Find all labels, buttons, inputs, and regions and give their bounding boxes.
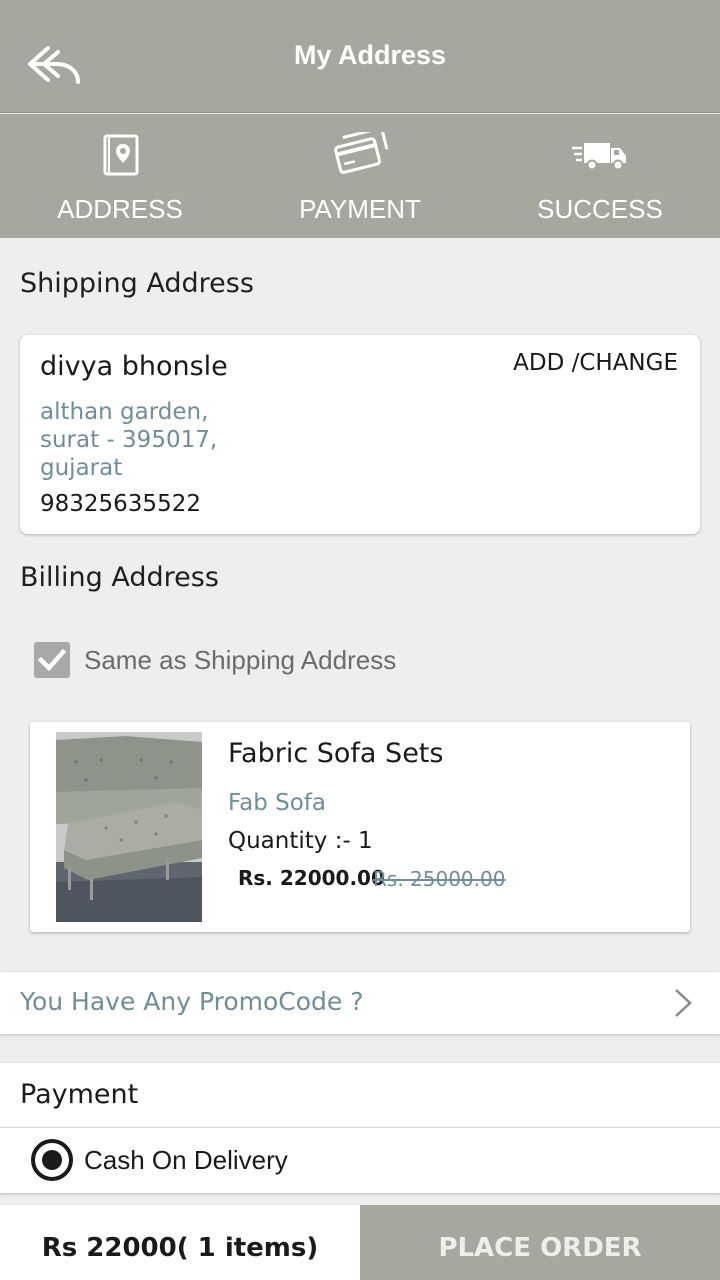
chevron-right-icon	[675, 989, 692, 1017]
address-book-icon	[103, 134, 139, 176]
step-payment-label: PAYMENT	[299, 194, 421, 224]
product-image	[56, 732, 202, 922]
cash-on-delivery-radio[interactable]	[31, 1139, 73, 1181]
credit-card-icon	[334, 132, 389, 174]
step-address[interactable]: ADDRESS	[0, 114, 240, 238]
order-total: Rs 22000( 1 items)	[0, 1205, 360, 1280]
shipping-phone: 98325635522	[40, 491, 201, 517]
shipping-section-title: Shipping Address	[20, 268, 254, 299]
step-success-label: SUCCESS	[537, 194, 663, 224]
checkout-steps: ADDRESS PAYMENT SUCCESS	[0, 114, 720, 238]
page-title: My Address	[293, 40, 447, 70]
product-name: Fabric Sofa Sets	[228, 738, 444, 769]
checkout-footer: Rs 22000( 1 items) PLACE ORDER	[0, 1205, 720, 1280]
shipping-address-line: surat - 395017,	[40, 427, 218, 453]
same-as-shipping-label: Same as Shipping Address	[84, 645, 397, 675]
step-success[interactable]: SUCCESS	[480, 114, 720, 238]
product-card: Fabric Sofa Sets Fab Sofa Quantity :- 1 …	[30, 722, 690, 932]
promo-code-row[interactable]: You Have Any PromoCode ?	[0, 972, 720, 1034]
shipping-address-line: althan garden,	[40, 399, 209, 425]
cash-on-delivery-label: Cash On Delivery	[84, 1145, 288, 1175]
product-price: Rs. 22000.00	[238, 866, 385, 890]
billing-section-title: Billing Address	[20, 562, 219, 593]
delivery-truck-icon	[572, 143, 626, 171]
product-quantity: Quantity :- 1	[228, 828, 373, 854]
divider	[0, 1127, 720, 1128]
payment-section-title: Payment	[20, 1079, 139, 1110]
shipping-address-line: gujarat	[40, 455, 123, 481]
step-address-label: ADDRESS	[57, 194, 183, 224]
shipping-address-card: divya bhonsle ADD /CHANGE althan garden,…	[20, 335, 700, 534]
step-payment[interactable]: PAYMENT	[240, 114, 480, 238]
place-order-button[interactable]: PLACE ORDER	[360, 1205, 720, 1280]
checkmark-icon	[37, 648, 67, 672]
same-as-shipping-checkbox[interactable]	[34, 642, 70, 678]
radio-selected-dot	[42, 1150, 62, 1170]
order-total-text: Rs 22000( 1 items)	[41, 1233, 319, 1263]
add-change-address-button[interactable]: ADD /CHANGE	[513, 350, 678, 376]
promo-code-label: You Have Any PromoCode ?	[20, 987, 364, 1016]
product-brand: Fab Sofa	[228, 790, 326, 816]
app-header: My Address	[0, 0, 720, 113]
product-original-price: Rs. 25000.00	[373, 867, 506, 891]
shipping-name: divya bhonsle	[40, 351, 228, 382]
place-order-label: PLACE ORDER	[438, 1233, 642, 1263]
